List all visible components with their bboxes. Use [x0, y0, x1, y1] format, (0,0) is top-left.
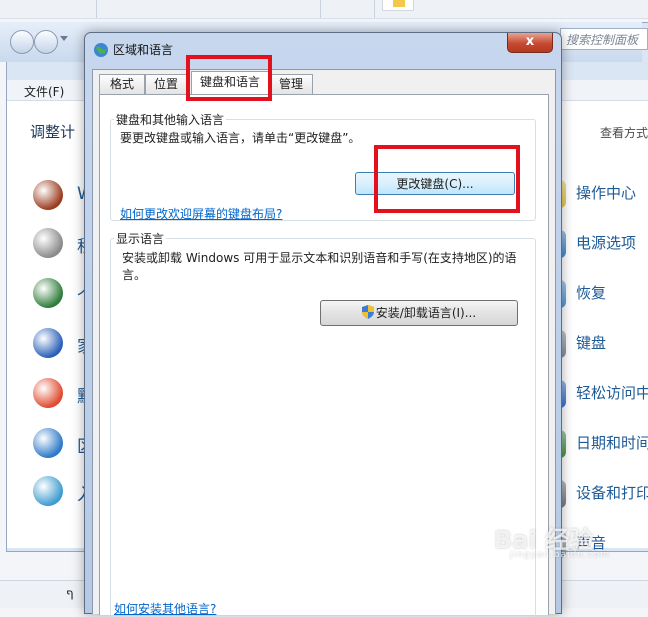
control-panel-item-label: 轻松访问中	[576, 384, 648, 402]
view-by-label[interactable]: 查看方式	[600, 124, 648, 141]
watermark-url: jingyan.baidu.com	[510, 550, 611, 560]
control-panel-item[interactable]: 入	[33, 476, 94, 506]
control-panel-item-icon	[33, 228, 63, 258]
control-panel-item-label: 电源选项	[576, 234, 637, 252]
dialog-title: 区域和语言	[113, 43, 174, 57]
control-panel-item-icon	[33, 278, 63, 308]
control-panel-item[interactable]: 区	[33, 428, 94, 458]
control-panel-item[interactable]: 家	[33, 328, 94, 358]
control-panel-item-icon	[33, 476, 63, 506]
control-panel-item-icon	[33, 180, 63, 210]
watermark: Bai 经验 jingyan.baidu.com	[494, 520, 609, 560]
chevron-down-icon[interactable]	[60, 36, 68, 41]
control-panel-item-label: 日期和时间	[576, 434, 648, 452]
keyboards-group-label: 键盘和其他输入语言	[114, 111, 227, 128]
display-language-label: 显示语言	[114, 230, 167, 247]
display-language-group	[110, 238, 536, 617]
tab-formats[interactable]: 格式	[99, 74, 145, 94]
keyboards-description: 要更改键盘或输入语言，请单击“更改键盘”。	[120, 131, 361, 145]
control-panel-item-label: 键盘	[576, 334, 607, 352]
control-panel-item-icon	[33, 328, 63, 358]
install-uninstall-languages-label: 安装/卸载语言(I)...	[375, 306, 477, 320]
install-uninstall-languages-button[interactable]: 安装/卸载语言(I)...	[320, 300, 518, 326]
strip-divider	[374, 0, 375, 18]
control-panel-item-icon	[33, 428, 63, 458]
tab-administrative[interactable]: 管理	[269, 74, 313, 94]
control-panel-item-label: 设备和打印	[576, 484, 648, 502]
close-button[interactable]: x	[507, 33, 553, 53]
control-panel-item[interactable]: 程	[33, 228, 94, 258]
menu-file[interactable]: 文件(F)	[24, 83, 64, 100]
tab-location[interactable]: 位置	[145, 74, 187, 94]
annotation-box-button	[374, 145, 520, 213]
folder-icon	[382, 0, 414, 11]
status-glyph: ף	[66, 586, 74, 600]
strip-divider	[96, 0, 97, 18]
welcome-screen-keyboard-link[interactable]: 如何更改欢迎屏幕的键盘布局?	[120, 205, 282, 222]
globe-icon	[94, 43, 108, 57]
control-panel-item-label: 恢复	[576, 284, 607, 302]
control-panel-item[interactable]: W	[33, 180, 94, 210]
control-panel-item[interactable]: 默	[33, 378, 94, 408]
page-title: 调整计	[30, 123, 76, 141]
display-language-description: 安装或卸载 Windows 可用于显示文本和识别语音和手写(在支持地区)的语言。	[122, 251, 517, 282]
forward-arrow-icon[interactable]	[34, 30, 58, 54]
install-other-languages-link[interactable]: 如何安装其他语言?	[114, 600, 216, 617]
control-panel-item-icon	[33, 378, 63, 408]
top-strip	[0, 0, 648, 19]
region-language-dialog: 区域和语言 x 格式 位置 键盘和语言 管理 键盘和其他输入语言 要更改键盘或输…	[84, 32, 562, 617]
strip-divider	[320, 0, 321, 18]
control-panel-item[interactable]: 个	[33, 278, 94, 308]
uac-shield-icon	[361, 305, 374, 319]
annotation-box-tab	[186, 55, 272, 101]
back-arrow-icon[interactable]	[10, 30, 34, 54]
search-input[interactable]: 搜索控制面板	[560, 28, 648, 50]
control-panel-item-label: 操作中心	[576, 184, 637, 202]
